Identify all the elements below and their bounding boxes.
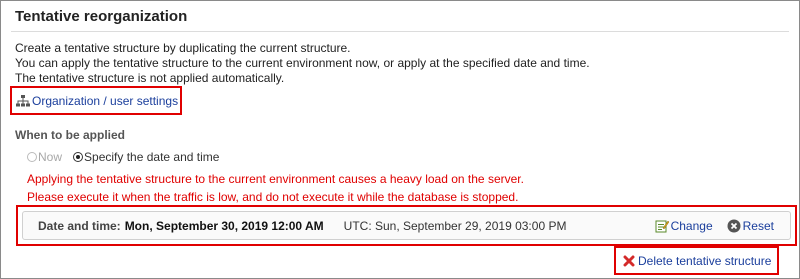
change-button[interactable]: Change: [655, 219, 713, 233]
change-label: Change: [670, 218, 713, 233]
radio-now[interactable]: Now: [27, 150, 62, 164]
radio-specify-date-time-label: Specify the date and time: [84, 150, 220, 164]
settings-panel: Tentative reorganization Create a tentat…: [0, 0, 800, 279]
apply-timing-radio-group: Now Specify the date and time: [27, 150, 219, 164]
page-title: Tentative reorganization: [15, 8, 188, 25]
organization-user-settings-label: Organization / user settings: [32, 93, 179, 108]
date-time-label: Date and time:: [38, 218, 121, 233]
radio-specify-date-time[interactable]: Specify the date and time: [73, 150, 219, 164]
description-line: The tentative structure is not applied a…: [15, 71, 285, 85]
description-line: You can apply the tentative structure to…: [15, 56, 590, 70]
edit-icon: [655, 219, 669, 233]
reset-label: Reset: [742, 218, 774, 233]
radio-now-label: Now: [38, 150, 63, 164]
warning-line: Applying the tentative structure to the …: [27, 172, 524, 186]
radio-circle: [73, 152, 84, 162]
when-to-apply-label: When to be applied: [15, 128, 125, 142]
org-chart-icon: [16, 94, 30, 108]
reset-icon: [727, 219, 741, 233]
description-line: Create a tentative structure by duplicat…: [15, 41, 351, 55]
date-time-value: Mon, September 30, 2019 12:00 AM: [124, 218, 324, 233]
description: Create a tentative structure by duplicat…: [15, 41, 590, 86]
title-divider: [11, 31, 789, 32]
radio-circle: [27, 152, 37, 162]
delete-tentative-structure-button[interactable]: Delete tentative structure: [614, 246, 779, 275]
delete-x-icon: [623, 255, 635, 267]
schedule-actions: Change Reset: [655, 212, 774, 239]
utc-value: UTC: Sun, September 29, 2019 03:00 PM: [343, 218, 567, 233]
schedule-highlight: Date and time: Mon, September 30, 2019 1…: [16, 205, 797, 246]
reset-button[interactable]: Reset: [727, 219, 774, 233]
delete-tentative-structure-label: Delete tentative structure: [638, 253, 772, 268]
load-warning: Applying the tentative structure to the …: [27, 170, 524, 206]
warning-line: Please execute it when the traffic is lo…: [27, 190, 519, 204]
schedule-row: Date and time: Mon, September 30, 2019 1…: [22, 211, 791, 240]
organization-user-settings-link[interactable]: Organization / user settings: [10, 86, 182, 115]
